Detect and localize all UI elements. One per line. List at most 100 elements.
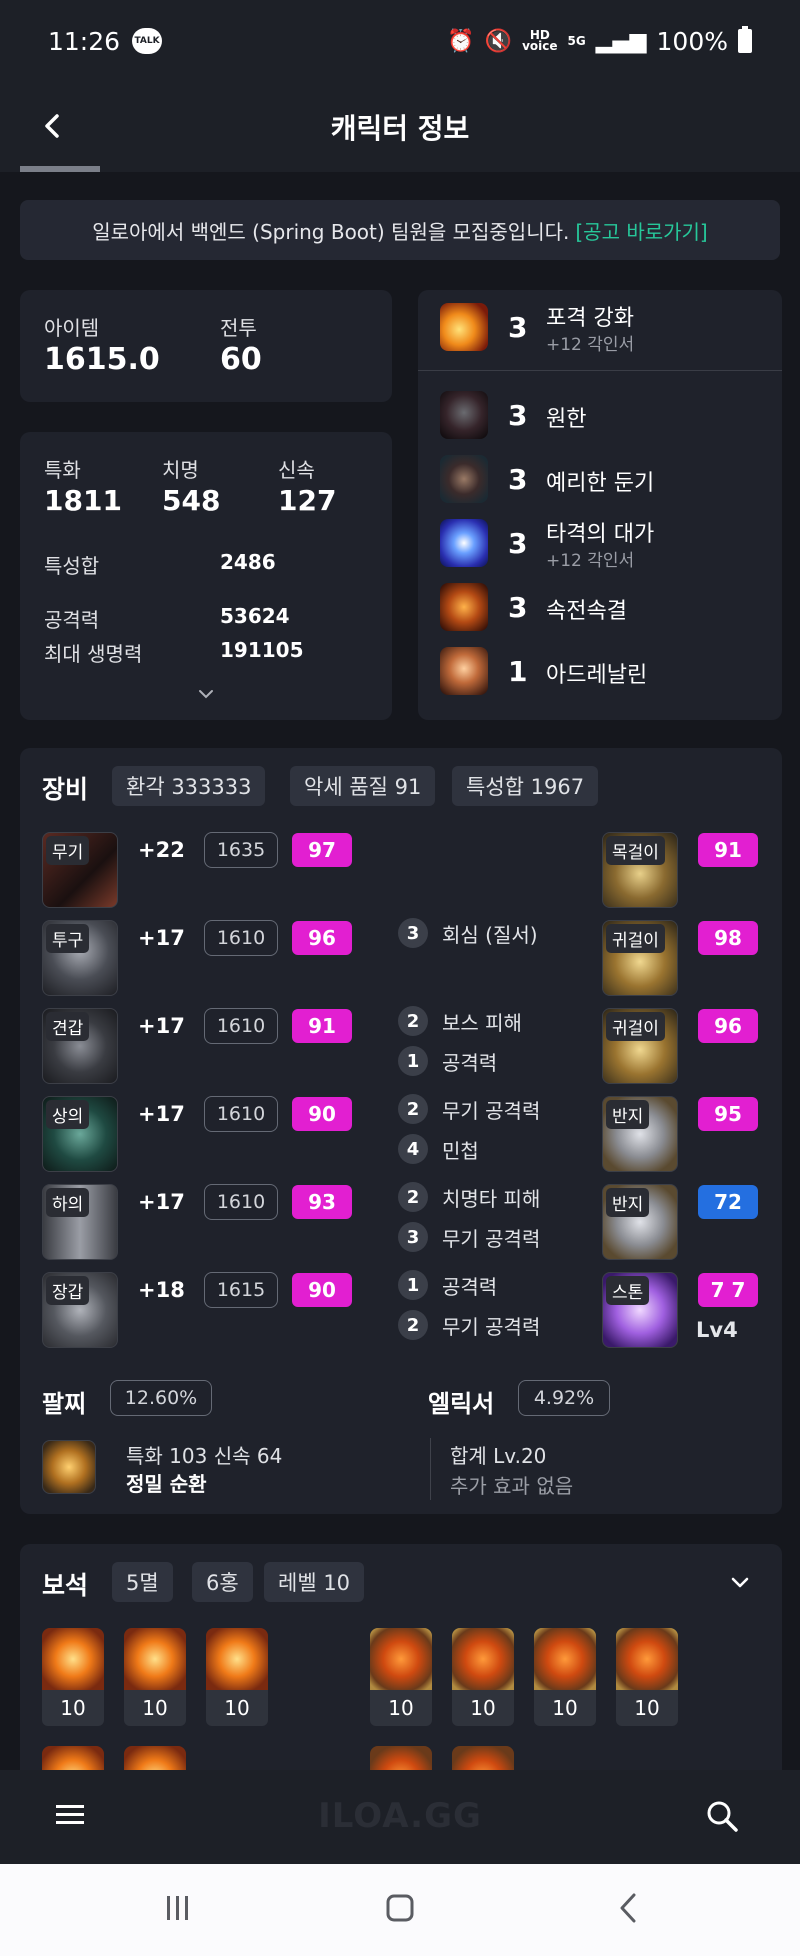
back-button[interactable] bbox=[30, 104, 74, 148]
slot-tag: 목걸이 bbox=[606, 836, 665, 865]
engraving-level: 3 bbox=[508, 310, 528, 344]
chevron-down-icon bbox=[199, 690, 213, 699]
notice-link[interactable]: [공고 바로가기] bbox=[575, 216, 707, 245]
expand-stats-button[interactable] bbox=[196, 686, 216, 706]
total-stat-value: 2486 bbox=[220, 550, 276, 574]
gem-level: 10 bbox=[42, 1690, 104, 1726]
lightning-icon bbox=[440, 519, 488, 567]
gem-level: 10 bbox=[534, 1690, 596, 1726]
rush-icon bbox=[440, 583, 488, 631]
gem-icon bbox=[370, 1628, 432, 1690]
helmet-slot[interactable]: 투구 bbox=[42, 920, 118, 996]
ability-stone-slot[interactable]: 스톤 bbox=[602, 1272, 678, 1348]
slot-tag: 귀걸이 bbox=[606, 1012, 665, 1041]
home-button[interactable] bbox=[382, 1890, 422, 1930]
refine-level: +22 bbox=[138, 838, 185, 862]
slot-tag: 견갑 bbox=[46, 1012, 90, 1041]
item-level-badge: 1610 bbox=[204, 920, 278, 956]
item-level-badge: 1610 bbox=[204, 1184, 278, 1220]
mute-icon: 🔇 bbox=[484, 28, 513, 54]
slot-tag: 상의 bbox=[46, 1100, 90, 1129]
crimson-flame-gem[interactable]: 10 bbox=[534, 1628, 596, 1726]
expand-gems-button[interactable] bbox=[724, 1566, 756, 1598]
pants-slot[interactable]: 하의 bbox=[42, 1184, 118, 1260]
hd-voice-icon: HD voice bbox=[522, 28, 558, 53]
engraving-level: 3 bbox=[508, 590, 528, 624]
accessory-effect: 3 회심 (질서) bbox=[398, 918, 538, 948]
accessory-effect: 2 무기 공격력 bbox=[398, 1094, 540, 1124]
quality-badge: 96 bbox=[292, 921, 352, 955]
item-level-label: 아이템 bbox=[44, 316, 100, 340]
shoulder-slot[interactable]: 견갑 bbox=[42, 1008, 118, 1084]
gloves-slot[interactable]: 장갑 bbox=[42, 1272, 118, 1348]
annihilation-gem[interactable]: 10 bbox=[206, 1628, 268, 1726]
engraving-row[interactable]: 3 예리한 둔기 bbox=[418, 448, 782, 510]
spec-label: 특화 bbox=[44, 458, 81, 482]
quality-badge: 72 bbox=[698, 1185, 758, 1219]
annihilation-gem[interactable]: 10 bbox=[42, 1628, 104, 1726]
notice-banner[interactable]: 일로아에서 백엔드 (Spring Boot) 팀원을 모집중입니다. [공고 … bbox=[20, 200, 780, 260]
gem-level: 10 bbox=[206, 1690, 268, 1726]
engraving-book: +12 각인서 bbox=[546, 335, 635, 355]
bracelet-percent: 12.60% bbox=[110, 1380, 212, 1416]
divider bbox=[418, 370, 782, 371]
combat-level-value: 60 bbox=[220, 342, 262, 377]
quality-badge: 91 bbox=[292, 1009, 352, 1043]
crimson-flame-gem[interactable]: 10 bbox=[370, 1628, 432, 1726]
stats-card: 특화 1811 치명 548 신속 127 특성합 2486 공격력 53624… bbox=[20, 432, 392, 720]
item-level-badge: 1610 bbox=[204, 1096, 278, 1132]
gem-icon bbox=[452, 1628, 514, 1690]
app-header: 캐릭터 정보 bbox=[0, 82, 800, 172]
quality-badge: 96 bbox=[698, 1009, 758, 1043]
refine-level: +18 bbox=[138, 1278, 185, 1302]
gem-icon bbox=[42, 1628, 104, 1690]
accessory-effect: 2 무기 공격력 bbox=[398, 1310, 540, 1340]
alarm-icon: ⏰ bbox=[447, 28, 475, 54]
status-icons: ⏰ 🔇 HD voice 5G ▂▄▆ 100% bbox=[447, 26, 752, 56]
earring-slot[interactable]: 귀걸이 bbox=[602, 1008, 678, 1084]
crit-value: 548 bbox=[162, 484, 221, 517]
engraving-book: +12 각인서 bbox=[546, 551, 635, 571]
earring-slot[interactable]: 귀걸이 bbox=[602, 920, 678, 996]
quality-badge: 97 bbox=[292, 833, 352, 867]
gems-title: 보석 bbox=[42, 1571, 89, 1600]
engravings-card: 3 포격 강화 +12 각인서 3 원한 3 예리한 둔기 3 타격의 대가 +… bbox=[418, 290, 782, 720]
ring-slot[interactable]: 반지 bbox=[602, 1184, 678, 1260]
bracelet-title: 팔찌 bbox=[42, 1390, 87, 1418]
attack-value: 53624 bbox=[220, 604, 290, 628]
combat-level-label: 전투 bbox=[220, 316, 257, 340]
weapon-slot[interactable]: 무기 bbox=[42, 832, 118, 908]
engraving-row[interactable]: 3 포격 강화 +12 각인서 bbox=[418, 296, 782, 358]
quality-badge: 90 bbox=[292, 1097, 352, 1131]
quality-badge: 95 bbox=[698, 1097, 758, 1131]
search-button[interactable] bbox=[704, 1798, 744, 1838]
engraving-name: 원한 bbox=[546, 407, 587, 432]
system-back-button[interactable] bbox=[610, 1890, 650, 1930]
engraving-row[interactable]: 3 원한 bbox=[418, 384, 782, 446]
bracelet-icon[interactable] bbox=[42, 1440, 96, 1494]
engraving-row[interactable]: 3 타격의 대가 +12 각인서 bbox=[418, 512, 782, 574]
ring-slot[interactable]: 반지 bbox=[602, 1096, 678, 1172]
quality-badge: 91 bbox=[698, 833, 758, 867]
battery-icon bbox=[738, 26, 752, 53]
chest-slot[interactable]: 상의 bbox=[42, 1096, 118, 1172]
crimson-flame-gem[interactable]: 10 bbox=[452, 1628, 514, 1726]
quality-badge: 93 bbox=[292, 1185, 352, 1219]
status-bar: 11:26 TALK ⏰ 🔇 HD voice 5G ▂▄▆ 100% bbox=[0, 0, 800, 82]
attack-label: 공격력 bbox=[44, 608, 100, 632]
accessory-effect: 1 공격력 bbox=[398, 1270, 497, 1300]
quality-badge: 98 bbox=[698, 921, 758, 955]
recent-apps-button[interactable] bbox=[160, 1892, 200, 1928]
annihilation-gem[interactable]: 10 bbox=[124, 1628, 186, 1726]
crimson-flame-gem[interactable]: 10 bbox=[616, 1628, 678, 1726]
engraving-name: 예리한 둔기 bbox=[546, 471, 655, 496]
signal-icon: ▂▄▆ bbox=[595, 28, 647, 54]
engraving-row[interactable]: 3 속전속결 bbox=[418, 576, 782, 638]
gem-level: 10 bbox=[124, 1690, 186, 1726]
quality-badge: 90 bbox=[292, 1273, 352, 1307]
quality-badge: 7 7 bbox=[698, 1273, 758, 1307]
engraving-row[interactable]: 1 아드레날린 bbox=[418, 640, 782, 702]
back-arrow-icon bbox=[620, 1893, 636, 1923]
necklace-slot[interactable]: 목걸이 bbox=[602, 832, 678, 908]
slot-tag: 스톤 bbox=[606, 1276, 650, 1305]
